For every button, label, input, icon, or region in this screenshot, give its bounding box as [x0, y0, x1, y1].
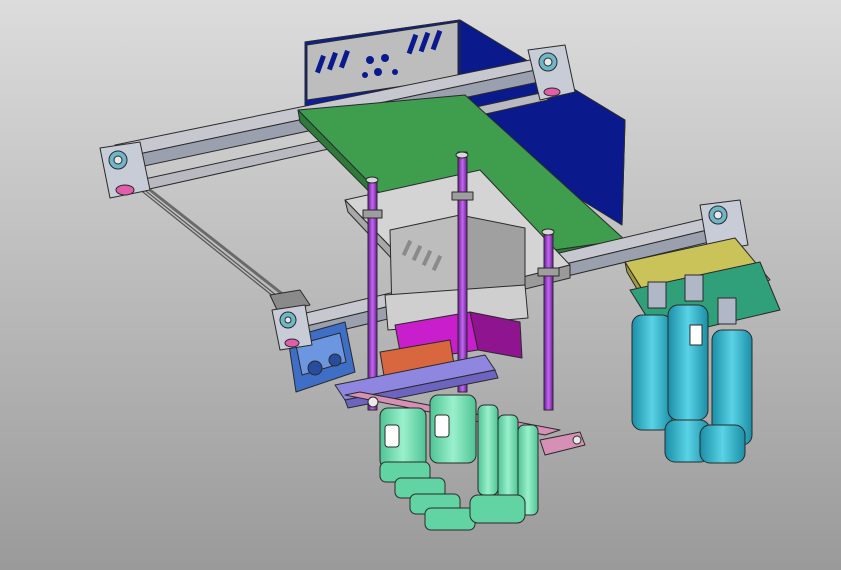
cad-assembly-canvas[interactable]: [0, 0, 841, 570]
cad-viewport[interactable]: [0, 0, 841, 570]
